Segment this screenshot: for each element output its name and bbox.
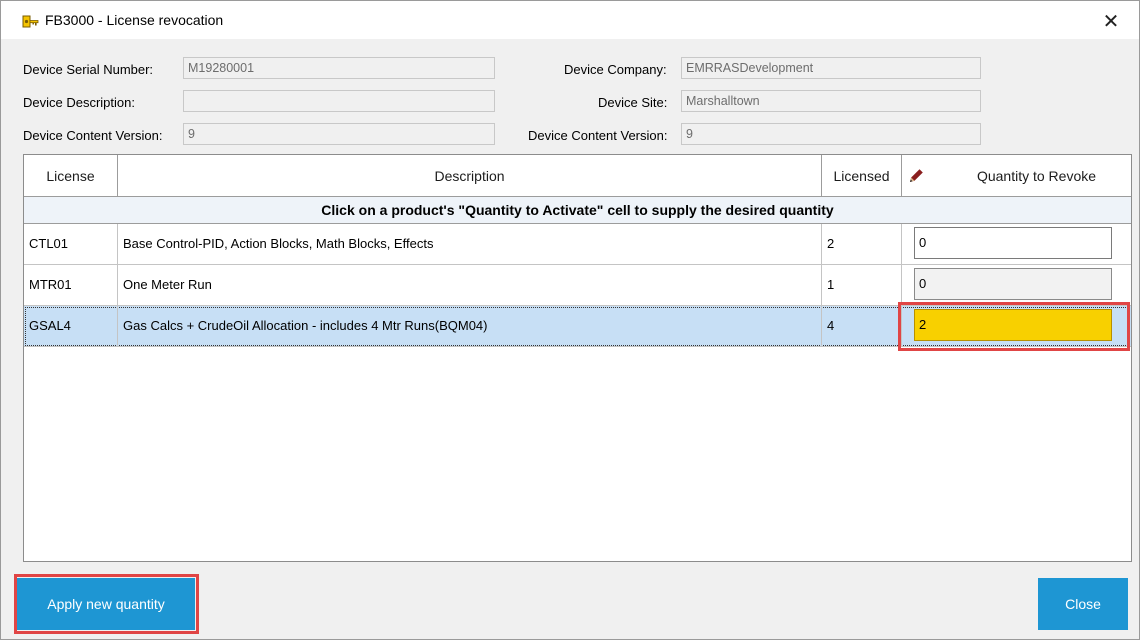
column-header-description[interactable]: Description — [118, 155, 822, 196]
column-header-license[interactable]: License — [24, 155, 118, 196]
serial-number-label: Device Serial Number: — [23, 62, 154, 77]
title-bar: FB3000 - License revocation ✕ — [1, 1, 1139, 39]
content-version-label-right: Device Content Version: — [528, 128, 668, 143]
site-label: Device Site: — [598, 95, 668, 110]
column-header-quantity-to-revoke[interactable]: Quantity to Revoke — [902, 155, 1131, 196]
company-label: Device Company: — [564, 62, 667, 77]
licensed-cell: 2 — [822, 224, 902, 264]
content-version-field-right: 9 — [681, 123, 981, 145]
license-revocation-dialog: FB3000 - License revocation ✕ Device Ser… — [0, 0, 1140, 640]
content-version-field-left: 9 — [183, 123, 495, 145]
highlight-annotation — [898, 302, 1130, 351]
licensed-cell: 1 — [822, 265, 902, 305]
table-row[interactable]: CTL01 Base Control-PID, Action Blocks, M… — [24, 224, 1131, 265]
description-field — [183, 90, 495, 112]
window-title: FB3000 - License revocation — [45, 12, 224, 28]
content-version-label-left: Device Content Version: — [23, 128, 163, 143]
key-icon — [22, 15, 39, 28]
highlight-annotation — [14, 574, 199, 634]
table-row[interactable]: MTR01 One Meter Run 1 0 — [24, 265, 1131, 306]
quantity-input[interactable]: 0 — [914, 268, 1112, 300]
pencil-icon — [910, 169, 923, 182]
close-icon: ✕ — [1102, 10, 1120, 33]
description-label: Device Description: — [23, 95, 135, 110]
license-cell: GSAL4 — [24, 306, 118, 346]
company-field: EMRRASDevelopment — [681, 57, 981, 79]
description-cell: One Meter Run — [118, 265, 822, 305]
grid-header: License Description Licensed Quantity to… — [24, 155, 1131, 197]
column-header-licensed[interactable]: Licensed — [822, 155, 902, 196]
licensed-cell: 4 — [822, 306, 902, 346]
group-instruction-row: Click on a product's "Quantity to Activa… — [24, 197, 1131, 224]
close-window-button[interactable]: ✕ — [1091, 7, 1131, 35]
description-cell: Base Control-PID, Action Blocks, Math Bl… — [118, 224, 822, 264]
license-cell: MTR01 — [24, 265, 118, 305]
site-field: Marshalltown — [681, 90, 981, 112]
description-cell: Gas Calcs + CrudeOil Allocation - includ… — [118, 306, 822, 346]
license-grid[interactable]: License Description Licensed Quantity to… — [23, 154, 1132, 562]
close-button[interactable]: Close — [1038, 578, 1128, 630]
license-cell: CTL01 — [24, 224, 118, 264]
quantity-input[interactable]: 0 — [914, 227, 1112, 259]
serial-number-field: M19280001 — [183, 57, 495, 79]
